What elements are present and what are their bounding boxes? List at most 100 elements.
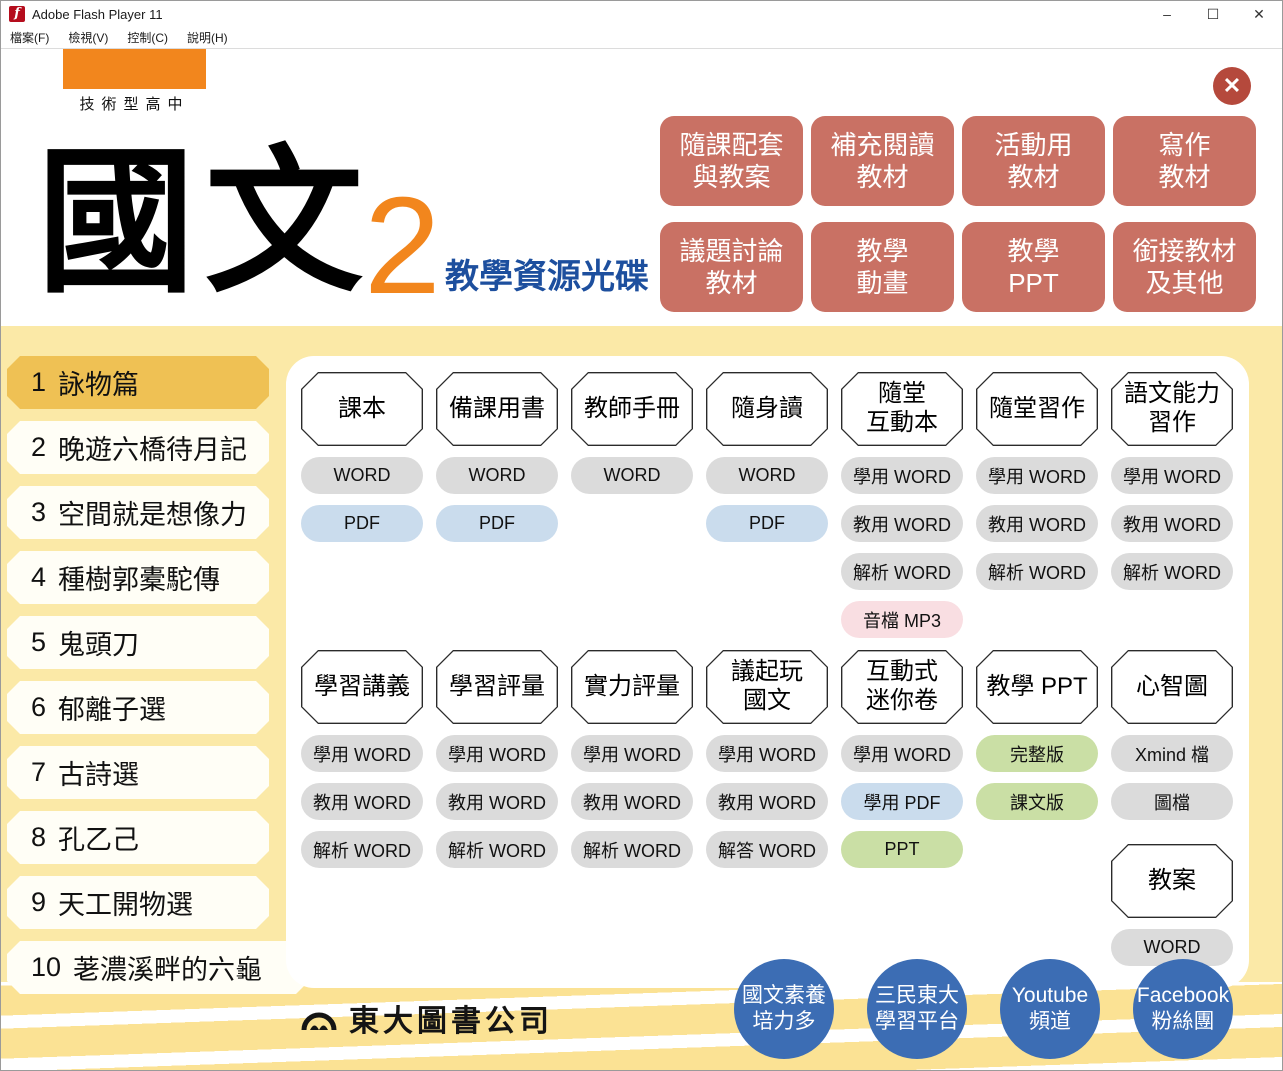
maximize-button[interactable]: ☐ xyxy=(1190,1,1236,27)
column-study-notes: 學習講義 學用 WORD 教用 WORD 解析 WORD xyxy=(301,650,423,966)
file-button[interactable]: 解析 WORD xyxy=(436,831,558,868)
file-button[interactable]: 教用 WORD xyxy=(571,783,693,820)
file-button[interactable]: 解析 WORD xyxy=(571,831,693,868)
column-mind-map: 心智圖 Xmind 檔 圖檔 教案 WORD xyxy=(1111,650,1233,966)
nav-issue-discussion-button[interactable]: 議題討論 教材 xyxy=(660,222,803,312)
nav-course-package-button[interactable]: 隨課配套 與教案 xyxy=(660,116,803,206)
file-button[interactable]: WORD xyxy=(436,457,558,494)
file-button[interactable]: 課文版 xyxy=(976,783,1098,820)
content-area: 1 詠物篇 2 晚遊六橋待月記 3 空間就是想像力 4 種樹郭橐駝傳 5 鬼頭刀… xyxy=(1,326,1282,1070)
file-button[interactable]: WORD xyxy=(571,457,693,494)
file-button[interactable]: 教用 WORD xyxy=(976,505,1098,542)
close-icon: ✕ xyxy=(1223,73,1241,99)
file-button[interactable]: 學用 WORD xyxy=(571,735,693,772)
flash-player-icon: f xyxy=(9,6,25,22)
file-button[interactable]: 音檔 MP3 xyxy=(841,601,963,638)
file-button[interactable]: 圖檔 xyxy=(1111,783,1233,820)
category-header-teaching-ppt[interactable]: 教學 PPT xyxy=(976,650,1098,724)
menu-view[interactable]: 檢視(V) xyxy=(68,29,108,46)
file-button[interactable]: WORD xyxy=(706,457,828,494)
file-button[interactable]: 教用 WORD xyxy=(301,783,423,820)
category-header-study-assessment[interactable]: 學習評量 xyxy=(436,650,558,724)
file-button[interactable]: 學用 WORD xyxy=(436,735,558,772)
brand-logo xyxy=(63,49,206,89)
file-button[interactable]: 學用 PDF xyxy=(841,783,963,820)
link-chinese-literacy-button[interactable]: 國文素養 培力多 xyxy=(734,959,834,1059)
category-header-language-skill[interactable]: 語文能力 習作 xyxy=(1111,372,1233,446)
flash-player-window: f Adobe Flash Player 11 – ☐ ✕ 檔案(F) 檢視(V… xyxy=(0,0,1283,1071)
column-proficiency-assessment: 實力評量 學用 WORD 教用 WORD 解析 WORD xyxy=(571,650,693,966)
publisher-name: 東大圖書公司 xyxy=(349,996,553,1040)
link-facebook-page-button[interactable]: Facebook 粉絲團 xyxy=(1133,959,1233,1059)
column-textbook: 課本 WORD PDF xyxy=(301,372,423,638)
file-button[interactable]: PPT xyxy=(841,831,963,868)
sidebar-item-lesson-3[interactable]: 3 空間就是想像力 xyxy=(7,486,269,539)
category-header-class-workbook[interactable]: 隨堂習作 xyxy=(976,372,1098,446)
file-button[interactable]: PDF xyxy=(706,505,828,542)
category-header-interactive-mini-quiz[interactable]: 互動式 迷你卷 xyxy=(841,650,963,724)
close-window-button[interactable]: ✕ xyxy=(1236,1,1282,27)
file-button[interactable]: PDF xyxy=(301,505,423,542)
file-button[interactable]: 解析 WORD xyxy=(976,553,1098,590)
menu-file[interactable]: 檔案(F) xyxy=(10,29,49,46)
nav-bridging-materials-button[interactable]: 銜接教材 及其他 xyxy=(1113,222,1256,312)
file-button[interactable]: WORD xyxy=(301,457,423,494)
link-youtube-channel-button[interactable]: Youtube 頻道 xyxy=(1000,959,1100,1059)
lesson-sidebar: 1 詠物篇 2 晚遊六橋待月記 3 空間就是想像力 4 種樹郭橐駝傳 5 鬼頭刀… xyxy=(7,356,317,1006)
category-header-issue-fun-chinese[interactable]: 議起玩 國文 xyxy=(706,650,828,724)
file-button[interactable]: 教用 WORD xyxy=(706,783,828,820)
file-button[interactable]: 教用 WORD xyxy=(841,505,963,542)
sidebar-item-lesson-6[interactable]: 6 郁離子選 xyxy=(7,681,269,734)
file-button[interactable]: PDF xyxy=(436,505,558,542)
category-header-lesson-prep[interactable]: 備課用書 xyxy=(436,372,558,446)
file-button[interactable]: Xmind 檔 xyxy=(1111,735,1233,772)
column-interactive-mini-quiz: 互動式 迷你卷 學用 WORD 學用 PDF PPT xyxy=(841,650,963,966)
file-button[interactable]: 學用 WORD xyxy=(301,735,423,772)
category-header-teacher-manual[interactable]: 教師手冊 xyxy=(571,372,693,446)
sidebar-item-lesson-9[interactable]: 9 天工開物選 xyxy=(7,876,269,929)
file-button[interactable]: 解答 WORD xyxy=(706,831,828,868)
file-button[interactable]: 教用 WORD xyxy=(1111,505,1233,542)
file-button[interactable]: 學用 WORD xyxy=(706,735,828,772)
file-button[interactable]: 學用 WORD xyxy=(976,457,1098,494)
close-button[interactable]: ✕ xyxy=(1213,67,1251,105)
category-header-interactive-workbook[interactable]: 隨堂 互動本 xyxy=(841,372,963,446)
nav-activity-materials-button[interactable]: 活動用 教材 xyxy=(962,116,1105,206)
column-class-workbook: 隨堂習作 學用 WORD 教用 WORD 解析 WORD xyxy=(976,372,1098,638)
sidebar-item-lesson-1[interactable]: 1 詠物篇 xyxy=(7,356,269,409)
menu-help[interactable]: 說明(H) xyxy=(187,29,228,46)
file-button[interactable]: 解析 WORD xyxy=(301,831,423,868)
category-header-study-notes[interactable]: 學習講義 xyxy=(301,650,423,724)
nav-teaching-ppt-button[interactable]: 教學 PPT xyxy=(962,222,1105,312)
category-header-lesson-plan[interactable]: 教案 xyxy=(1111,844,1233,918)
sidebar-item-lesson-5[interactable]: 5 鬼頭刀 xyxy=(7,616,269,669)
sidebar-item-lesson-8[interactable]: 8 孔乙己 xyxy=(7,811,269,864)
column-issue-fun-chinese: 議起玩 國文 學用 WORD 教用 WORD 解答 WORD xyxy=(706,650,828,966)
nav-writing-materials-button[interactable]: 寫作 教材 xyxy=(1113,116,1256,206)
menu-control[interactable]: 控制(C) xyxy=(127,29,168,46)
file-button[interactable]: 解析 WORD xyxy=(841,553,963,590)
sidebar-item-lesson-7[interactable]: 7 古詩選 xyxy=(7,746,269,799)
nav-supplementary-reading-button[interactable]: 補充閱讀 教材 xyxy=(811,116,954,206)
file-button[interactable]: 完整版 xyxy=(976,735,1098,772)
sidebar-item-lesson-10[interactable]: 10 荖濃溪畔的六龜 xyxy=(7,941,309,994)
title-bar: f Adobe Flash Player 11 – ☐ ✕ xyxy=(1,1,1282,27)
nav-teaching-animation-button[interactable]: 教學 動畫 xyxy=(811,222,954,312)
category-header-pocket-reader[interactable]: 隨身讀 xyxy=(706,372,828,446)
file-button[interactable]: 教用 WORD xyxy=(436,783,558,820)
category-header-proficiency-assessment[interactable]: 實力評量 xyxy=(571,650,693,724)
file-button[interactable]: 學用 WORD xyxy=(1111,457,1233,494)
column-teacher-manual: 教師手冊 WORD xyxy=(571,372,693,638)
category-header-mind-map[interactable]: 心智圖 xyxy=(1111,650,1233,724)
link-learning-platform-button[interactable]: 三民東大 學習平台 xyxy=(867,959,967,1059)
column-lesson-prep-book: 備課用書 WORD PDF xyxy=(436,372,558,638)
column-interactive-workbook: 隨堂 互動本 學用 WORD 教用 WORD 解析 WORD 音檔 MP3 xyxy=(841,372,963,638)
category-header-textbook[interactable]: 課本 xyxy=(301,372,423,446)
sidebar-item-lesson-4[interactable]: 4 種樹郭橐駝傳 xyxy=(7,551,269,604)
resources-panel: 課本 WORD PDF 備課用書 WORD PDF 教師手冊 WORD 隨身讀 … xyxy=(286,356,1249,988)
minimize-button[interactable]: – xyxy=(1144,1,1190,27)
file-button[interactable]: 解析 WORD xyxy=(1111,553,1233,590)
sidebar-item-lesson-2[interactable]: 2 晚遊六橋待月記 xyxy=(7,421,269,474)
file-button[interactable]: 學用 WORD xyxy=(841,457,963,494)
file-button[interactable]: 學用 WORD xyxy=(841,735,963,772)
